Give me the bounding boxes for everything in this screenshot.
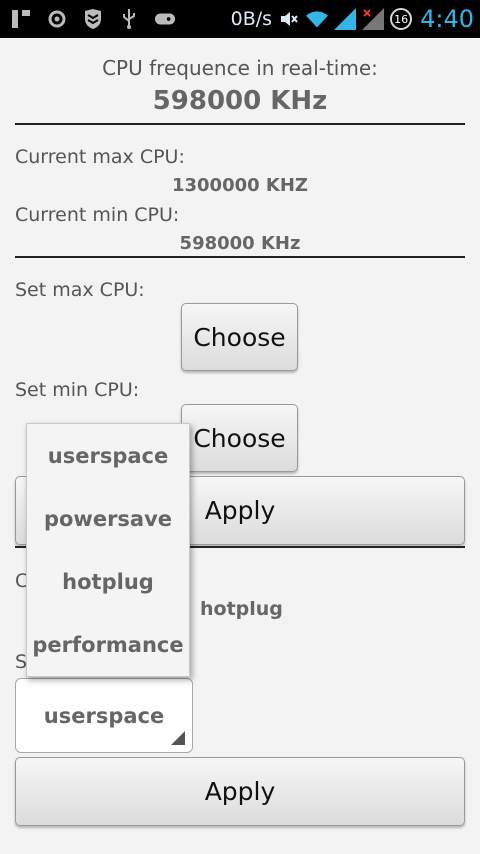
- current-governor-value: hotplug: [200, 598, 283, 620]
- notification-count-badge: 16: [390, 8, 413, 30]
- realtime-value: 598000 KHz: [152, 86, 328, 116]
- clock: 4:40: [420, 5, 474, 33]
- divider: [15, 123, 465, 125]
- divider: [15, 256, 465, 258]
- choose-max-button[interactable]: Choose: [181, 303, 298, 371]
- network-speed: 0B/s: [230, 8, 273, 30]
- notification-icons: [10, 6, 176, 32]
- choose-min-button[interactable]: Choose: [181, 404, 298, 472]
- set-max-label: Set max CPU:: [15, 279, 145, 301]
- governor-selected-value: userspace: [43, 703, 165, 728]
- shield-icon: [82, 8, 104, 30]
- current-max-label: Current max CPU:: [15, 146, 185, 168]
- governor-spinner[interactable]: userspace: [15, 678, 193, 753]
- wifi-icon: [306, 8, 329, 30]
- android-bug-icon: [46, 8, 68, 30]
- system-indicators: 0B/s 16 4:40: [231, 0, 474, 38]
- dropdown-option-performance[interactable]: performance: [27, 613, 189, 676]
- current-min-value: 598000 KHz: [179, 233, 301, 254]
- current-min-label: Current min CPU:: [15, 204, 180, 226]
- dropdown-option-hotplug[interactable]: hotplug: [27, 550, 189, 613]
- realtime-label: CPU frequence in real-time:: [102, 56, 378, 80]
- signal-icon: [334, 8, 357, 30]
- dropdown-option-userspace[interactable]: userspace: [27, 424, 189, 487]
- set-min-label: Set min CPU:: [15, 379, 140, 401]
- apply-governor-button[interactable]: Apply: [15, 757, 465, 826]
- volume-muted-icon: [278, 8, 300, 30]
- signal-no-sim-icon: [362, 8, 385, 30]
- dropdown-option-powersave[interactable]: powersave: [27, 487, 189, 550]
- current-max-value: 1300000 KHZ: [171, 175, 308, 196]
- usb-icon: [118, 8, 140, 30]
- governor-dropdown-popup: userspace powersave hotplug performance: [26, 423, 190, 677]
- dropdown-arrow-icon: [171, 731, 185, 745]
- status-bar: 0B/s 16 4:40: [0, 0, 480, 38]
- gamepad-icon: [154, 8, 176, 30]
- flipboard-icon: [10, 8, 32, 30]
